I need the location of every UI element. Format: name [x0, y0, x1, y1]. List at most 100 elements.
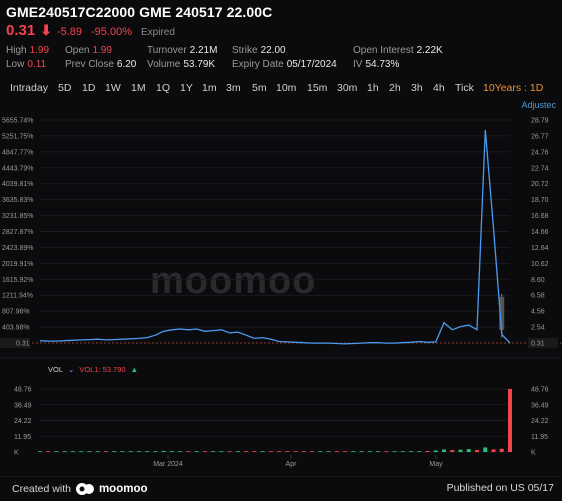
volume-left-tick: 48.76 [14, 387, 32, 394]
right-tick-label: 4.56 [531, 309, 545, 316]
volume-bar [194, 451, 199, 452]
volume-bar [277, 451, 282, 452]
volume-right-axis: 48.76 36.49 24.22 11.95 K [531, 387, 549, 457]
price-line [39, 130, 511, 345]
volume-bar [186, 451, 191, 452]
right-tick-label: 16.68 [531, 213, 549, 220]
volume-bar [46, 451, 51, 452]
right-tick-label: 12.64 [531, 245, 549, 252]
volume-bar [54, 451, 59, 452]
left-tick-label: 4443.79% [2, 165, 34, 172]
right-tick-label: 20.72 [531, 181, 549, 188]
volume-bar [285, 451, 290, 452]
volume-bar [79, 451, 84, 452]
volume-bar [343, 451, 348, 452]
volume-bar [376, 451, 381, 452]
volume-bar [128, 451, 133, 452]
volume-bar [400, 451, 405, 452]
right-tick-label: 8.60 [531, 277, 545, 284]
volume-bar [70, 451, 75, 452]
volume-right-tick: 36.49 [531, 402, 549, 409]
volume-bar [103, 451, 108, 452]
moomoo-logo-icon [75, 483, 94, 495]
left-tick-label: 5251.75% [2, 133, 34, 140]
current-left-label: 0.31 [16, 341, 30, 348]
volume-bar [235, 451, 240, 452]
left-tick-label: 5655.74% [2, 118, 34, 125]
left-tick-label: 3635.83% [2, 197, 34, 204]
left-tick-label: 1615.92% [2, 277, 34, 284]
x-tick-label: Apr [286, 461, 298, 468]
volume-bar [499, 448, 504, 452]
right-tick-label: 24.76 [531, 149, 549, 156]
left-tick-label: 4039.81% [2, 181, 34, 188]
left-tick-label: 2827.87% [2, 229, 34, 236]
volume-bar [219, 451, 224, 452]
volume-bar [359, 451, 364, 452]
volume-indicator-name[interactable]: VOL [48, 365, 63, 374]
volume-left-tick: 11.95 [14, 434, 31, 441]
volume-bar [310, 451, 315, 452]
volume-bar [202, 451, 207, 452]
volume-bar [244, 451, 249, 452]
volume-bar [120, 451, 125, 452]
volume-bar [318, 451, 323, 452]
right-tick-label: 10.62 [531, 261, 549, 268]
left-tick-label: 807.96% [2, 309, 30, 316]
volume-bar [268, 451, 273, 452]
volume-bar [211, 451, 216, 452]
volume-right-tick: 11.95 [531, 434, 548, 441]
right-tick-label: 6.58 [531, 293, 545, 300]
volume-bar [95, 451, 100, 452]
x-tick-label: May [429, 461, 443, 468]
volume-bar [417, 451, 422, 452]
volume-bar [301, 451, 306, 452]
volume-bar [334, 451, 339, 452]
volume-bar [227, 451, 232, 452]
right-tick-label: 18.70 [531, 197, 549, 204]
volume-bar [433, 450, 438, 452]
created-with: Created with moomoo [12, 482, 148, 496]
volume-bar [252, 451, 257, 452]
left-axis: 5655.74% 5251.75% 4847.77% 4443.79% 4039.81%… [2, 118, 34, 332]
x-axis: Mar 2024 Apr May [153, 455, 443, 468]
volume-bar [38, 451, 42, 452]
volume-bar [260, 451, 265, 452]
left-tick-label: 2423.89% [2, 245, 34, 252]
left-tick-label: 3231.85% [2, 213, 34, 220]
up-marker-icon: ▲ [130, 365, 139, 374]
volume-bar [450, 450, 455, 452]
left-tick-label: 2019.91% [2, 261, 34, 268]
volume-bar [491, 449, 496, 452]
volume-grid [40, 388, 510, 453]
volume-left-tick: K [14, 450, 19, 457]
volume-bar [112, 451, 117, 452]
right-tick-label: 22.74 [531, 165, 549, 172]
volume-bar [178, 451, 183, 452]
volume-bar [326, 451, 331, 452]
chart-grid [40, 119, 510, 328]
created-label: Created with [12, 483, 71, 495]
volume-bar [475, 450, 480, 452]
volume-bar [293, 451, 298, 452]
volume-bar [466, 449, 471, 452]
volume-right-tick: 24.22 [531, 418, 549, 425]
volume-bar [508, 389, 512, 452]
volume-bar [483, 447, 488, 452]
volume-bar [409, 451, 414, 452]
right-tick-label: 26.77 [531, 133, 549, 140]
vol1-value: VOL1: 53.790 [79, 365, 126, 374]
left-tick-label: 403.98% [2, 325, 30, 332]
right-axis: 28.79 26.77 24.76 22.74 20.72 18.70 16.68 14.66… [531, 118, 549, 332]
price-chart[interactable]: 5655.74% 5251.75% 4847.77% 4443.79% 4039.81%… [0, 0, 562, 476]
volume-bar [169, 451, 174, 452]
volume-bar [87, 451, 92, 452]
chevron-down-icon[interactable]: ⌄ [68, 365, 74, 374]
volume-right-tick: 48.76 [531, 387, 549, 394]
left-tick-label: 4847.77% [2, 149, 34, 156]
volume-bar [153, 451, 158, 452]
volume-bar [351, 451, 356, 452]
volume-bar [367, 451, 372, 452]
right-tick-label: 2.54 [531, 325, 545, 332]
volume-right-tick: K [531, 450, 536, 457]
